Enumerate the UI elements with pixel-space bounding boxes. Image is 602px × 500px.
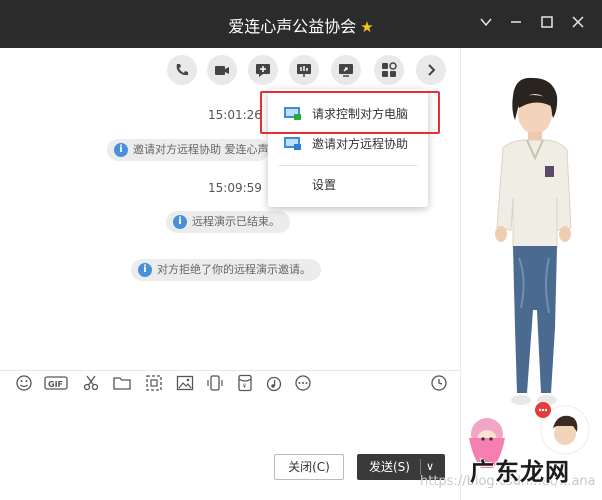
more-toolbar-button[interactable] (416, 55, 446, 85)
send-button-label: 发送(S) (369, 460, 410, 474)
remote-assist-icon (284, 137, 301, 150)
title-bar: 爱连心声公益协会 ★ (0, 0, 602, 48)
notice-text: 邀请对方远程协助 爱连心声公益协会邀请你 (133, 143, 269, 156)
character-avatar-figure (469, 77, 590, 468)
system-notice: i 邀请对方远程协助 爱连心声公益协会邀请你 (107, 139, 269, 161)
minimize-icon[interactable] (504, 12, 528, 36)
notice-text: 对方拒绝了你的远程演示邀请。 (157, 263, 311, 276)
folder-icon[interactable] (113, 374, 133, 394)
notice-text: 远程演示已结束。 (192, 215, 280, 228)
presentation-icon (297, 64, 311, 77)
video-camera-icon (215, 66, 229, 75)
phone-icon (176, 64, 188, 76)
site-logo-text: 广东龙网 (470, 457, 570, 486)
apps-button[interactable] (374, 55, 404, 85)
info-icon: i (173, 215, 187, 229)
music-icon[interactable] (265, 374, 285, 394)
system-notice: i 远程演示已结束。 (166, 211, 290, 233)
more-icon[interactable] (294, 374, 314, 394)
maximize-icon[interactable] (535, 12, 559, 36)
menu-divider (278, 165, 418, 166)
message-time: 15:01:26 (208, 108, 262, 122)
gif-icon[interactable]: GIF (44, 374, 70, 394)
remote-desktop-button[interactable] (331, 55, 361, 85)
shake-icon[interactable] (206, 374, 226, 394)
scissors-icon[interactable] (82, 374, 102, 394)
highlight-box (260, 91, 440, 134)
red-packet-icon[interactable]: ¥ (236, 374, 256, 394)
image-icon[interactable] (176, 374, 196, 394)
screenshot-icon[interactable] (145, 374, 165, 394)
star-icon: ★ (360, 18, 374, 36)
menu-item-settings[interactable]: 设置 (268, 170, 428, 200)
chevron-right-icon (428, 64, 436, 76)
screen-share-button[interactable] (289, 55, 319, 85)
add-chat-button[interactable] (248, 55, 278, 85)
menu-item-label: 设置 (312, 178, 337, 192)
window-title-text: 爱连心声公益协会 (228, 17, 357, 36)
send-divider (420, 459, 421, 475)
chevron-down-icon[interactable] (474, 12, 498, 36)
emoji-icon[interactable] (15, 374, 35, 394)
video-call-button[interactable] (207, 55, 237, 85)
close-icon[interactable] (566, 12, 590, 36)
avatar-show-panel (460, 48, 602, 500)
voice-call-button[interactable] (167, 55, 197, 85)
info-icon: i (138, 263, 152, 277)
system-notice: i 对方拒绝了你的远程演示邀请。 (131, 259, 321, 281)
history-clock-icon[interactable] (430, 374, 450, 394)
svg-text:GIF: GIF (48, 380, 63, 389)
close-button[interactable]: 关闭(C) (274, 454, 344, 480)
message-time: 15:09:59 (208, 181, 262, 195)
monitor-icon (339, 64, 353, 77)
svg-text:¥: ¥ (243, 383, 247, 390)
chat-add-icon (256, 64, 270, 77)
info-icon: i (114, 143, 128, 157)
apps-grid-icon (382, 62, 397, 77)
